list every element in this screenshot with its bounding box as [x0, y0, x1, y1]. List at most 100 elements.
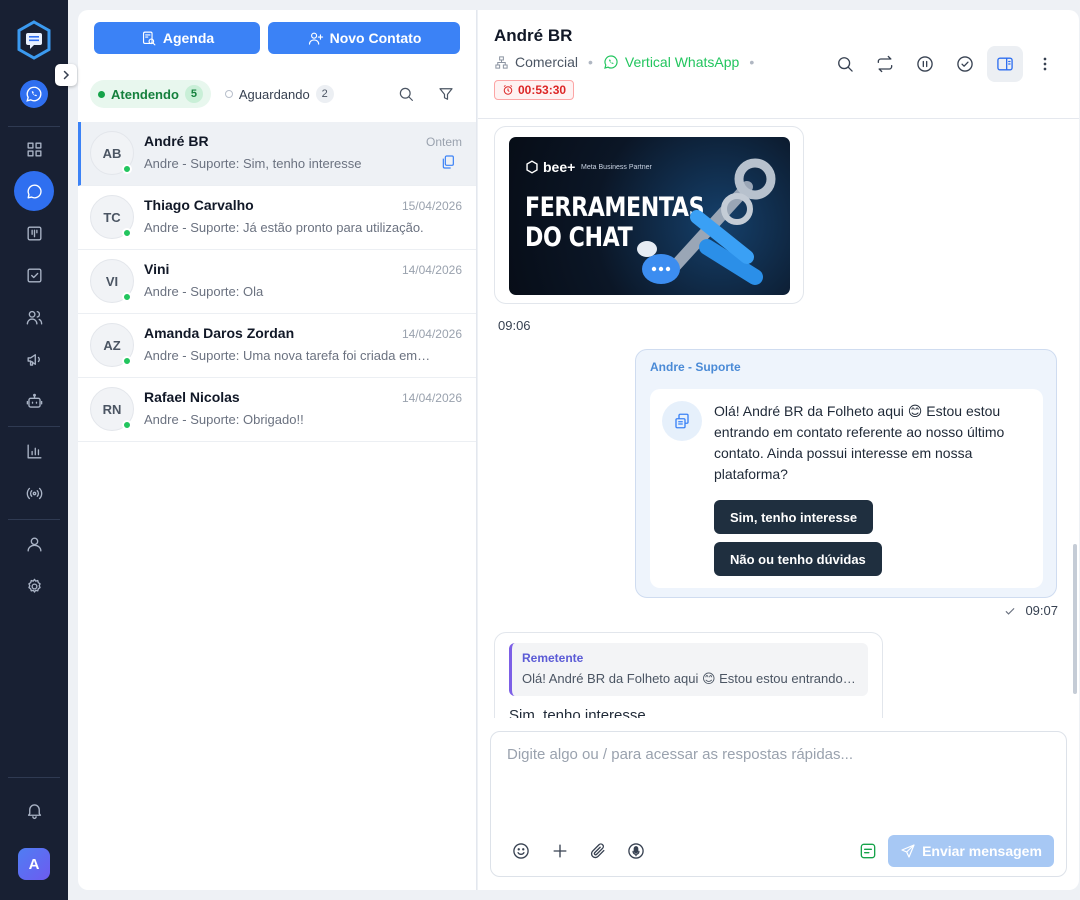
- dashboard-icon: [26, 141, 42, 157]
- brand-name: bee+: [543, 159, 576, 175]
- whatsapp-channel-button[interactable]: [20, 80, 48, 108]
- app-logo-icon[interactable]: [16, 20, 52, 60]
- last-message-preview: Andre - Suporte: Uma nova tarefa foi cri…: [144, 348, 431, 363]
- contact-name: Thiago Carvalho: [144, 197, 254, 213]
- settings-nav-button[interactable]: [14, 566, 54, 606]
- notifications-button[interactable]: [14, 790, 54, 830]
- quoted-message[interactable]: Remetente Olá! André BR da Folheto aqui …: [509, 643, 868, 696]
- resolve-button[interactable]: [947, 46, 983, 82]
- reports-nav-button[interactable]: [14, 431, 54, 471]
- conversation-tabs: Atendendo 5 Aguardando 2: [90, 79, 342, 109]
- profile-nav-button[interactable]: [14, 524, 54, 564]
- tab-count-badge: 5: [184, 85, 203, 103]
- session-timer-badge: 00:53:30: [494, 80, 575, 100]
- chat-nav-button[interactable]: [14, 171, 54, 211]
- filter-icon: [439, 88, 453, 100]
- quick-reply-button[interactable]: Sim, tenho interesse: [714, 500, 874, 534]
- new-contact-button[interactable]: Novo Contato: [268, 22, 460, 54]
- department-label[interactable]: Comercial: [515, 54, 578, 70]
- copy-icon[interactable]: [440, 154, 456, 175]
- microphone-icon: [628, 843, 644, 859]
- online-status-dot: [122, 420, 132, 430]
- profile-icon: [26, 536, 42, 552]
- expand-sidebar-button[interactable]: [55, 64, 77, 86]
- tab-atendendo[interactable]: Atendendo 5: [90, 80, 211, 108]
- chat-header: André BR Comercial • Vertical WhatsApp •…: [478, 10, 1079, 119]
- message-input[interactable]: [507, 746, 1047, 806]
- department-icon: [495, 55, 508, 69]
- conversation-item[interactable]: AB André BR Ontem Andre - Suporte: Sim, …: [78, 122, 476, 186]
- add-attachment-button[interactable]: [549, 840, 571, 862]
- last-message-date: 15/04/2026: [401, 199, 462, 213]
- tab-label: Aguardando: [238, 86, 310, 102]
- quoted-title: Remetente: [522, 651, 584, 665]
- transfer-icon: [877, 55, 893, 73]
- bot-icon: [26, 393, 42, 408]
- more-options-button[interactable]: [1027, 46, 1063, 82]
- toggle-details-panel-button[interactable]: [987, 46, 1023, 82]
- campaigns-nav-button[interactable]: [14, 339, 54, 379]
- dashboard-nav-button[interactable]: [14, 129, 54, 169]
- user-avatar[interactable]: A: [18, 848, 50, 880]
- sidebar: A: [0, 0, 77, 900]
- send-icon: [901, 844, 915, 858]
- side-panel-icon: [997, 57, 1013, 71]
- emoji-button[interactable]: [510, 840, 532, 862]
- image-message[interactable]: bee+ Meta Business Partner FERRAMENTAS D…: [494, 126, 804, 304]
- conversation-item[interactable]: TC Thiago Carvalho 15/04/2026 Andre - Su…: [78, 186, 476, 250]
- incoming-message[interactable]: Remetente Olá! André BR da Folheto aqui …: [494, 632, 883, 718]
- check-circle-icon: [957, 56, 973, 72]
- filter-button[interactable]: [435, 83, 457, 105]
- reports-icon: [26, 443, 42, 459]
- last-message-preview: Andre - Suporte: Já estão pronto para ut…: [144, 220, 424, 235]
- tab-aguardando[interactable]: Aguardando 2: [217, 80, 342, 108]
- search-messages-button[interactable]: [827, 46, 863, 82]
- outgoing-template-message[interactable]: Andre - Suporte Olá! André BR da Folheto…: [635, 349, 1057, 598]
- agenda-icon: [142, 31, 156, 45]
- channel-label[interactable]: Vertical WhatsApp: [625, 54, 739, 70]
- send-label: Enviar mensagem: [922, 843, 1042, 859]
- kanban-nav-button[interactable]: [14, 213, 54, 253]
- search-icon: [399, 87, 413, 101]
- message-list[interactable]: bee+ Meta Business Partner FERRAMENTAS D…: [478, 120, 1079, 718]
- message-scrollbar[interactable]: [1073, 544, 1077, 694]
- promo-image[interactable]: bee+ Meta Business Partner FERRAMENTAS D…: [509, 137, 790, 295]
- chat-panel: André BR Comercial • Vertical WhatsApp •…: [478, 10, 1079, 890]
- emoji-icon: [513, 843, 529, 859]
- tab-count-badge: 2: [315, 85, 334, 103]
- tasks-icon: [26, 267, 42, 283]
- chat-meta: Comercial • Vertical WhatsApp •: [494, 54, 758, 70]
- whatsapp-icon: [604, 55, 618, 69]
- pause-button[interactable]: [907, 46, 943, 82]
- agenda-button[interactable]: Agenda: [94, 22, 260, 54]
- conversation-item[interactable]: RN Rafael Nicolas 14/04/2026 Andre - Sup…: [78, 378, 476, 442]
- last-message-preview: Andre - Suporte: Sim, tenho interesse: [144, 156, 362, 171]
- contact-name: Amanda Daros Zordan: [144, 325, 295, 341]
- transfer-button[interactable]: [867, 46, 903, 82]
- tasks-nav-button[interactable]: [14, 255, 54, 295]
- online-status-dot: [122, 164, 132, 174]
- attach-file-button[interactable]: [587, 840, 609, 862]
- search-icon: [838, 57, 853, 72]
- new-contact-label: Novo Contato: [329, 30, 422, 46]
- template-text: Olá! André BR da Folheto aqui 😊 Estou es…: [714, 403, 1005, 482]
- quick-replies-button[interactable]: [857, 840, 879, 862]
- bot-nav-button[interactable]: [14, 381, 54, 421]
- quick-reply-button[interactable]: Não ou tenho dúvidas: [714, 542, 882, 576]
- bee-logo-icon: [526, 160, 538, 174]
- last-message-date: 14/04/2026: [401, 391, 462, 405]
- kanban-icon: [26, 225, 42, 241]
- conversation-item[interactable]: AZ Amanda Daros Zordan 14/04/2026 Andre …: [78, 314, 476, 378]
- message-status: 09:07: [1003, 603, 1058, 618]
- gear-icon: [27, 578, 41, 593]
- send-message-button[interactable]: Enviar mensagem: [888, 835, 1054, 867]
- contacts-nav-button[interactable]: [14, 297, 54, 337]
- contacts-icon: [26, 310, 42, 325]
- broadcast-nav-button[interactable]: [14, 473, 54, 513]
- search-conversations-button[interactable]: [395, 83, 417, 105]
- record-audio-button[interactable]: [625, 840, 647, 862]
- contact-name: Vini: [144, 261, 170, 277]
- conversation-item[interactable]: VI Vini 14/04/2026 Andre - Suporte: Ola: [78, 250, 476, 314]
- tab-label: Atendendo: [111, 86, 179, 102]
- whatsapp-icon: [26, 86, 42, 102]
